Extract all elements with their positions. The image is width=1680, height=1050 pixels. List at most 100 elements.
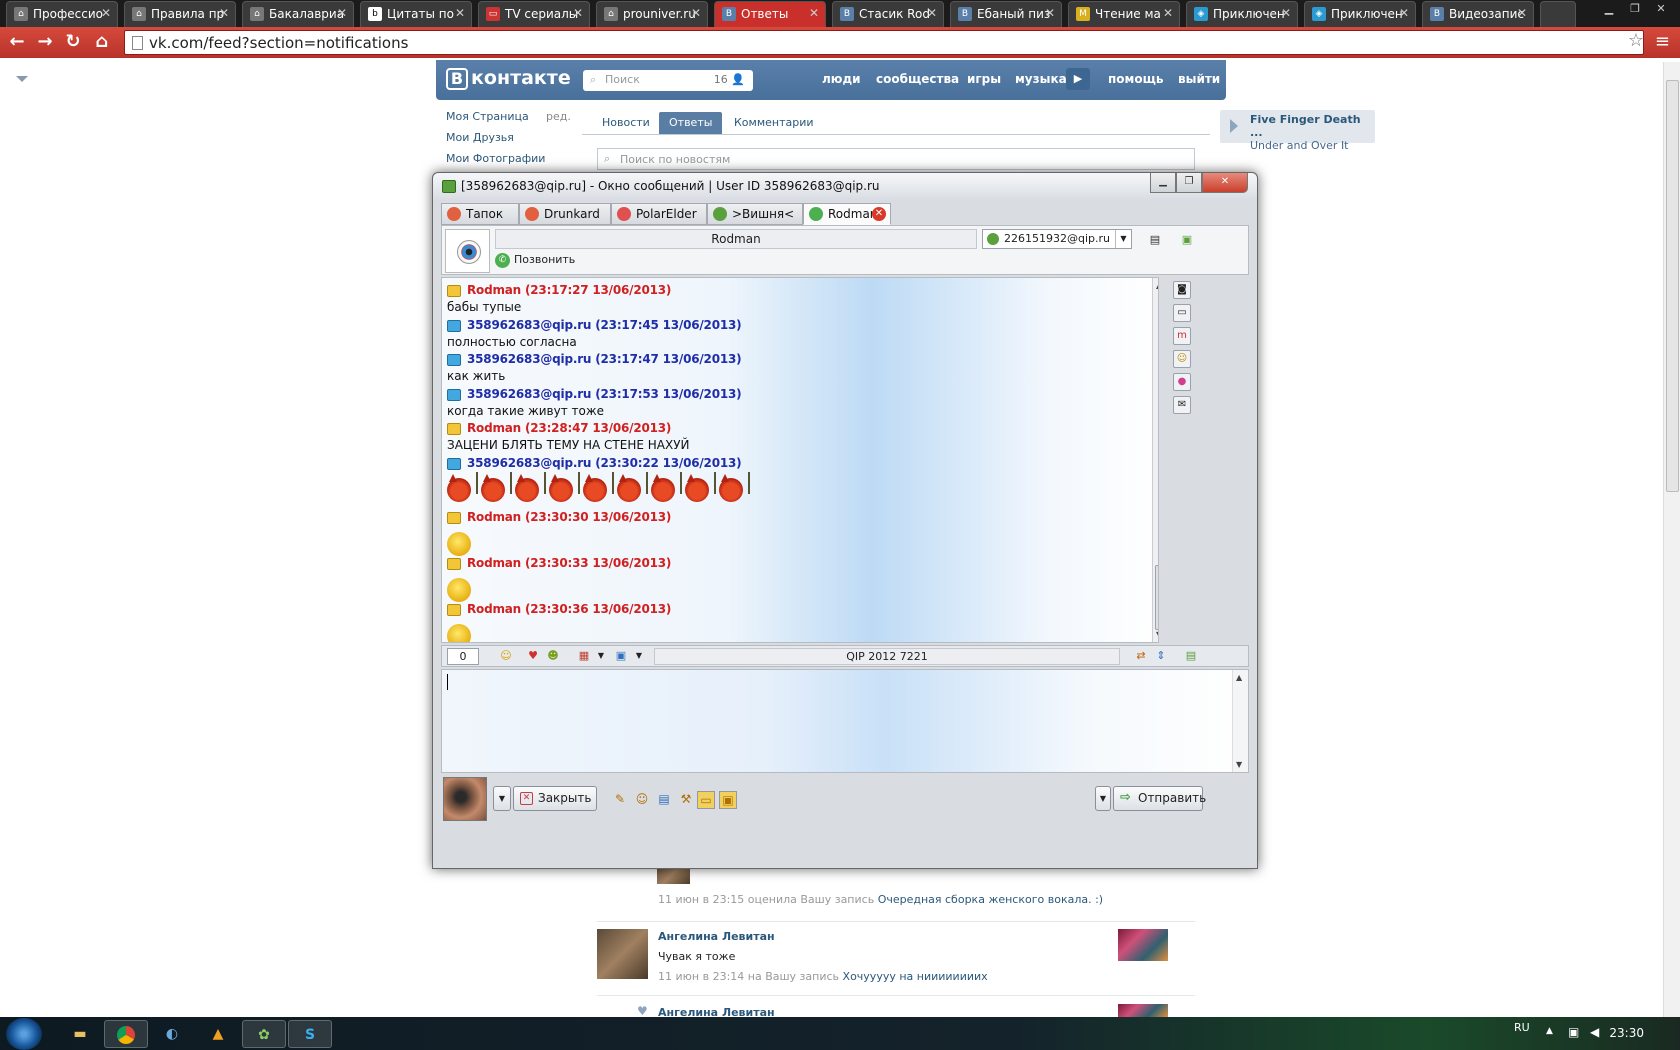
send-button[interactable]: ⇨ Отправить xyxy=(1113,786,1206,811)
tab-contact[interactable]: Тапок xyxy=(441,203,519,225)
qip-close-button[interactable]: ✕ xyxy=(1202,173,1248,193)
my-avatar[interactable] xyxy=(443,777,487,821)
tab-comments[interactable]: Комментарии xyxy=(724,112,824,134)
chevron-down-icon[interactable]: ▼ xyxy=(592,648,610,665)
chevron-down-icon[interactable]: ▼ xyxy=(630,648,648,665)
nav-logout[interactable]: выйти xyxy=(1178,72,1220,86)
close-tab-icon[interactable]: ✕ xyxy=(691,6,701,20)
skype-icon[interactable]: S xyxy=(288,1020,332,1048)
audio-player[interactable]: Five Finger Death ... Under and Over It xyxy=(1220,110,1375,152)
clip-icon[interactable]: ◐ xyxy=(150,1020,194,1048)
post-thumbnail[interactable] xyxy=(1118,1004,1168,1017)
gift-icon[interactable]: ♥ xyxy=(524,648,542,665)
browser-tab[interactable]: B Стасик Rod ✕ xyxy=(832,1,944,27)
news-search-input[interactable]: ⌕ Поиск по новостям xyxy=(597,148,1195,170)
close-tab-icon[interactable]: ✕ xyxy=(573,6,583,20)
qip-title-bar[interactable]: [358962683@qip.ru] - Окно сообщений | Us… xyxy=(433,173,1257,201)
menu-friends[interactable]: Мои Друзья xyxy=(446,131,514,144)
nav-communities[interactable]: сообщества xyxy=(876,72,959,86)
qip-maximize-button[interactable]: ❐ xyxy=(1176,173,1202,193)
browser-tab[interactable]: ⌂ Правила пр ✕ xyxy=(124,1,236,27)
nav-help[interactable]: помощь xyxy=(1108,72,1163,86)
scroll-down-icon[interactable]: ▼ xyxy=(1156,630,1158,639)
avatar[interactable] xyxy=(597,929,648,979)
scrollbar-thumb[interactable] xyxy=(1155,565,1158,630)
scrollbar-thumb[interactable] xyxy=(1666,80,1679,492)
contacts-icon[interactable]: ☺ xyxy=(1173,350,1191,368)
close-tab-icon[interactable]: ✕ xyxy=(1163,6,1173,20)
browser-tab[interactable]: ⌂ Бакалавриа ✕ xyxy=(242,1,354,27)
browser-tab[interactable]: B Ебаный пиз ✕ xyxy=(950,1,1062,27)
volume-icon[interactable]: ◀ xyxy=(1590,1025,1599,1039)
close-tab-icon[interactable]: ✕ xyxy=(1399,6,1409,20)
scroll-up-icon[interactable]: ▲ xyxy=(1156,281,1158,290)
chevron-down-icon[interactable]: ▼ xyxy=(1115,230,1131,248)
restore-icon[interactable]: ❐ xyxy=(1622,0,1648,18)
back-icon[interactable]: ← xyxy=(5,31,29,55)
history-icon[interactable]: ▤ xyxy=(1182,648,1200,665)
minimize-icon[interactable]: ▁ xyxy=(1596,0,1622,18)
history-scrollbar[interactable]: ▲ ▼ xyxy=(1152,278,1158,642)
qip-icon[interactable]: ✿ xyxy=(242,1020,286,1048)
tools-icon[interactable]: ⚒ xyxy=(677,791,695,809)
forward-icon[interactable]: → xyxy=(33,31,57,55)
clock[interactable]: 23:30 xyxy=(1609,1026,1644,1040)
call-button[interactable]: ✆ Позвонить xyxy=(495,252,575,270)
contact-avatar[interactable] xyxy=(445,229,490,273)
browser-tab[interactable]: ⌂ Профессио ✕ xyxy=(6,1,118,27)
browser-tab[interactable]: ◈ Приключен ✕ xyxy=(1186,1,1298,27)
reload-icon[interactable]: ↻ xyxy=(61,31,85,55)
feed-author[interactable]: Ангелина Левитан xyxy=(658,930,775,943)
close-tab-icon[interactable]: ✕ xyxy=(455,6,465,20)
send-file-icon[interactable]: ✉ xyxy=(1173,396,1191,414)
message-input[interactable]: ▲ ▼ xyxy=(441,669,1249,773)
close-tab-icon[interactable]: ✕ xyxy=(872,207,886,221)
close-tab-icon[interactable]: ✕ xyxy=(1045,6,1055,20)
menu-my-page[interactable]: Моя Страница xyxy=(446,110,529,123)
tab-answers[interactable]: Ответы xyxy=(659,112,723,134)
account-select[interactable]: 226151932@qip.ru ▼ xyxy=(982,229,1132,249)
network-icon[interactable]: ▣ xyxy=(1568,1025,1579,1039)
close-tab-icon[interactable]: ✕ xyxy=(1517,6,1527,20)
browser-tab[interactable]: ◈ Приключен ✕ xyxy=(1304,1,1416,27)
post-thumbnail[interactable] xyxy=(1118,929,1168,961)
expand-icon[interactable]: ⇕ xyxy=(1152,648,1170,665)
music-play-icon[interactable]: ▶ xyxy=(1066,68,1090,90)
tab-contact[interactable]: >Вишня< xyxy=(707,203,803,225)
tab-contact[interactable]: PolarElder xyxy=(611,203,707,225)
notes-icon[interactable]: ▤ xyxy=(655,791,673,809)
home-icon[interactable]: ⌂ xyxy=(90,31,114,55)
tray-expand-icon[interactable]: ▲ xyxy=(1546,1026,1553,1036)
close-tab-icon[interactable]: ✕ xyxy=(927,6,937,20)
close-tab-icon[interactable]: ✕ xyxy=(809,6,819,20)
bookmarks-chevron-icon[interactable] xyxy=(16,76,28,82)
chevron-down-icon[interactable]: ▼ xyxy=(1095,786,1111,811)
tab-contact-active[interactable]: Rodman ✕ xyxy=(803,203,891,225)
browser-tab[interactable]: B Ответы ✕ xyxy=(714,1,826,27)
input-scrollbar[interactable]: ▲ ▼ xyxy=(1232,670,1248,772)
chrome-icon[interactable] xyxy=(104,1020,148,1048)
browser-tab[interactable]: M Чтение ма ✕ xyxy=(1068,1,1180,27)
new-tab-button[interactable] xyxy=(1540,1,1576,27)
calendar-icon[interactable]: ▦ xyxy=(575,648,593,665)
translit-icon[interactable]: ⇄ xyxy=(1132,648,1150,665)
sphere-icon[interactable]: ● xyxy=(1173,373,1191,391)
scroll-up-icon[interactable]: ▲ xyxy=(1236,673,1242,682)
close-tab-icon[interactable]: ✕ xyxy=(219,6,229,20)
camera-icon[interactable]: ◙ xyxy=(1173,281,1191,299)
page-scrollbar[interactable] xyxy=(1663,62,1680,1017)
contact-card-icon[interactable]: ▤ xyxy=(1146,231,1164,249)
explorer-icon[interactable]: ▬ xyxy=(58,1020,102,1048)
nav-music[interactable]: музыка xyxy=(1015,72,1067,86)
aimp-icon[interactable]: ▲ xyxy=(196,1020,240,1048)
spellcheck-icon[interactable]: ✎ xyxy=(611,791,629,809)
close-tab-icon[interactable]: ✕ xyxy=(337,6,347,20)
template-icon[interactable]: ▭ xyxy=(697,791,715,809)
mail-icon[interactable]: m xyxy=(1173,327,1191,345)
post-link[interactable]: Хочууууу на ниииииииих xyxy=(843,970,988,983)
language-indicator[interactable]: RU xyxy=(1514,1021,1530,1034)
scroll-down-icon[interactable]: ▼ xyxy=(1236,760,1242,769)
qip-minimize-button[interactable]: ▁ xyxy=(1150,173,1176,193)
folder-icon[interactable]: ▣ xyxy=(1178,231,1196,249)
play-icon[interactable] xyxy=(1230,119,1238,133)
